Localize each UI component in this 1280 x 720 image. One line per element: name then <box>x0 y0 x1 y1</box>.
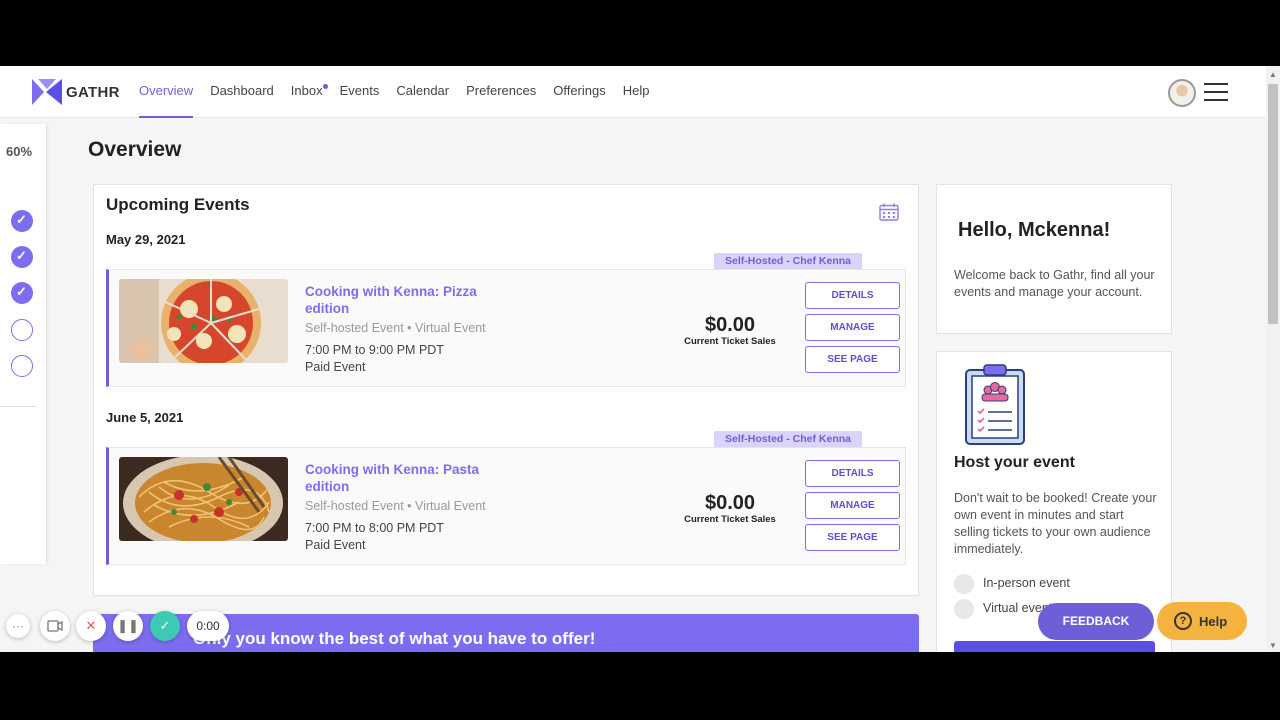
upcoming-events-title: Upcoming Events <box>106 195 250 214</box>
virtual-radio[interactable] <box>954 599 974 619</box>
nav-dashboard[interactable]: Dashboard <box>210 66 274 118</box>
progress-step-complete-icon[interactable] <box>11 246 33 268</box>
event-time: 7:00 PM to 9:00 PM PDT <box>305 343 444 357</box>
event-title-link[interactable]: Cooking with Kenna: Pizza edition <box>305 283 520 317</box>
scroll-down-arrow-icon[interactable]: ▼ <box>1269 641 1277 650</box>
page-scrollbar[interactable]: ▲ ▼ <box>1266 66 1280 652</box>
pasta-image <box>119 457 288 541</box>
event-paid-status: Paid Event <box>305 538 366 552</box>
ticket-sales-label: Current Ticket Sales <box>684 514 776 525</box>
gathr-logo-icon <box>32 79 62 105</box>
user-avatar[interactable] <box>1168 79 1196 107</box>
pizza-image <box>119 279 288 363</box>
event-type: Self-hosted Event • Virtual Event <box>305 321 486 335</box>
clipboard-icon <box>965 364 1025 445</box>
nav-events[interactable]: Events <box>340 66 380 118</box>
nav-preferences[interactable]: Preferences <box>466 66 536 118</box>
help-button[interactable]: ? Help <box>1157 602 1247 640</box>
event-row: Cooking with Kenna: Pizza edition Self-h… <box>106 269 906 387</box>
ticket-sales-amount: $0.00 <box>704 314 756 336</box>
in-person-radio[interactable] <box>954 574 974 594</box>
event-time: 7:00 PM to 8:00 PM PDT <box>305 521 444 535</box>
app-name: GATHR <box>66 83 120 101</box>
manage-button[interactable]: MANAGE <box>805 314 900 341</box>
hosted-badge: Self-Hosted - Chef Kenna <box>714 431 862 447</box>
promo-banner-text: Only you know the best of what you have … <box>193 629 596 648</box>
progress-percent: 60% <box>6 144 33 159</box>
feedback-button[interactable]: FEEDBACK <box>1038 603 1154 640</box>
create-event-button[interactable] <box>954 641 1155 652</box>
event-type: Self-hosted Event • Virtual Event <box>305 499 486 513</box>
ticket-sales-amount: $0.00 <box>704 492 756 514</box>
camera-icon[interactable] <box>40 611 70 641</box>
progress-step-incomplete-icon[interactable] <box>11 355 33 377</box>
nav-inbox[interactable]: Inbox <box>290 66 328 118</box>
event-title-link[interactable]: Cooking with Kenna: Pasta edition <box>305 461 520 495</box>
hosted-badge: Self-Hosted - Chef Kenna <box>714 253 862 269</box>
setup-progress-panel: 60% <box>0 124 47 564</box>
question-icon: ? <box>1174 612 1192 630</box>
event-row: Cooking with Kenna: Pasta edition Self-h… <box>106 447 906 565</box>
in-person-label: In-person event <box>983 576 1070 590</box>
panel-divider <box>0 406 37 407</box>
nav-calendar[interactable]: Calendar <box>396 66 449 118</box>
calendar-icon[interactable] <box>879 203 899 221</box>
nav-offerings[interactable]: Offerings <box>553 66 606 118</box>
ticket-sales-label: Current Ticket Sales <box>684 336 776 347</box>
event-date: May 29, 2021 <box>106 232 186 247</box>
event-date: June 5, 2021 <box>106 410 184 425</box>
manage-button[interactable]: MANAGE <box>805 492 900 519</box>
help-button-label: Help <box>1199 614 1228 629</box>
see-page-button[interactable]: SEE PAGE <box>805 346 900 373</box>
progress-step-complete-icon[interactable] <box>11 210 33 232</box>
host-event-text: Don't wait to be booked! Create your own… <box>954 491 1157 556</box>
progress-step-incomplete-icon[interactable] <box>11 319 33 341</box>
more-options-icon[interactable]: ··· <box>6 614 30 638</box>
unread-dot-icon <box>322 84 328 89</box>
pause-icon[interactable]: ❚❚ <box>113 611 143 641</box>
nav-inbox-label: Inbox <box>290 83 323 98</box>
details-button[interactable]: DETAILS <box>805 282 900 309</box>
gathr-logo[interactable]: GATHR <box>32 79 120 105</box>
browser-viewport: GATHR Overview Dashboard Inbox Events Ca… <box>0 66 1280 652</box>
scroll-up-arrow-icon[interactable]: ▲ <box>1269 70 1277 79</box>
nav-overview[interactable]: Overview <box>139 66 194 118</box>
welcome-text: Welcome back to Gathr, find all your eve… <box>954 268 1155 299</box>
welcome-card: Hello, Mckenna! Welcome back to Gathr, f… <box>936 184 1172 334</box>
see-page-button[interactable]: SEE PAGE <box>805 524 900 551</box>
details-button[interactable]: DETAILS <box>805 460 900 487</box>
welcome-title: Hello, Mckenna! <box>958 219 1111 241</box>
upcoming-events-card: Upcoming Events May 29, 2021 Self-Hosted… <box>93 184 919 596</box>
cancel-recording-icon[interactable]: ✕ <box>76 611 106 641</box>
progress-step-complete-icon[interactable] <box>11 282 33 304</box>
nav-help[interactable]: Help <box>623 66 650 118</box>
event-paid-status: Paid Event <box>305 360 366 374</box>
host-event-title: Host your event <box>954 454 1075 471</box>
top-navbar: GATHR Overview Dashboard Inbox Events Ca… <box>0 66 1266 118</box>
recording-timer: 0:00 <box>187 611 229 641</box>
finish-recording-icon[interactable]: ✓ <box>150 611 180 641</box>
scrollbar-thumb[interactable] <box>1268 84 1278 324</box>
page-title: Overview <box>88 138 182 161</box>
main-nav: Overview Dashboard Inbox Events Calendar… <box>139 66 666 118</box>
hamburger-menu-icon[interactable] <box>1204 83 1228 101</box>
